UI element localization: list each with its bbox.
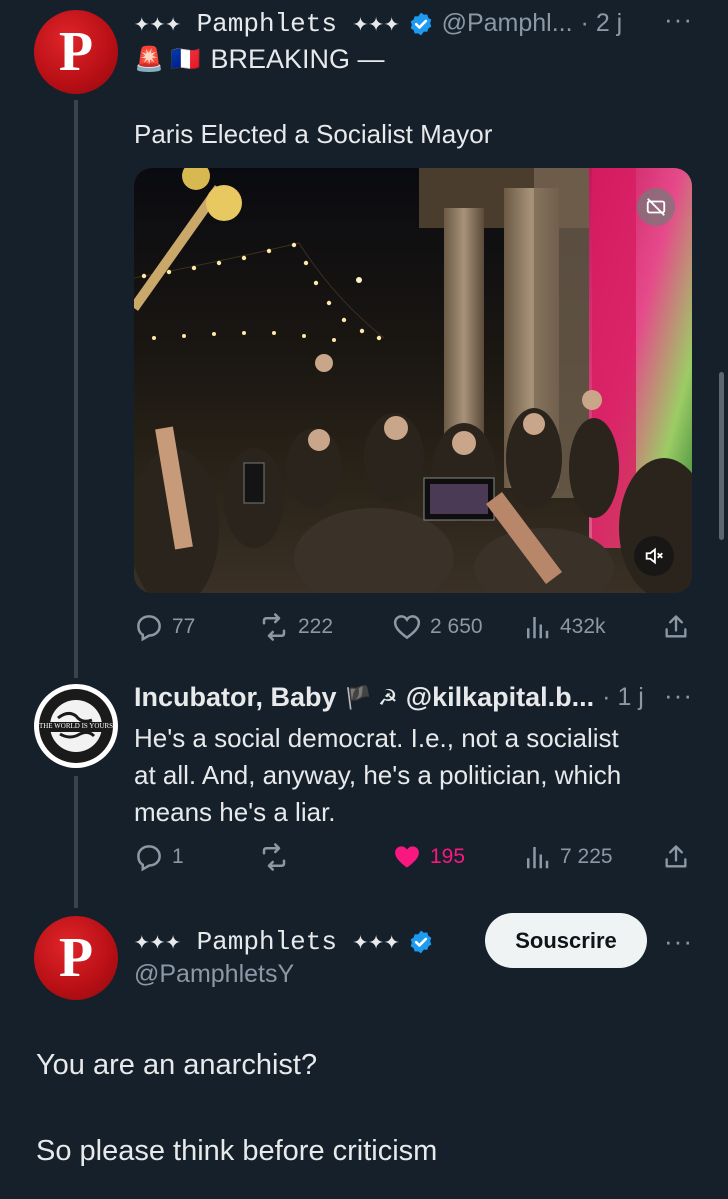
- author-name[interactable]: Incubator, Baby: [134, 682, 337, 713]
- author-name[interactable]: ✦✦✦ Pamphlets ✦✦✦: [134, 926, 400, 957]
- avatar-letter: P: [58, 927, 94, 989]
- video-media[interactable]: [134, 168, 692, 593]
- subscribe-button[interactable]: Souscrire: [485, 913, 647, 968]
- view-count: 432k: [560, 615, 606, 638]
- post1-header: ✦✦✦ Pamphlets ✦✦✦ @Pamphl... · 2 j: [134, 8, 622, 39]
- more-options-icon[interactable]: ···: [664, 926, 693, 957]
- share-button[interactable]: [662, 612, 690, 647]
- post3-text-line: So please think before criticism: [36, 1135, 438, 1167]
- author-handle[interactable]: @Pamphl...: [442, 9, 573, 38]
- post2-text: He's a social democrat. I.e., not a soci…: [134, 720, 621, 831]
- post-time[interactable]: · 2 j: [581, 9, 623, 38]
- muted-volume-icon[interactable]: [634, 536, 674, 576]
- avatar-logo-text: THE WORLD IS YOURS: [38, 722, 114, 730]
- reply-count: 77: [172, 615, 196, 638]
- repost-button[interactable]: 222: [258, 612, 333, 642]
- reply-count: 1: [172, 845, 184, 868]
- more-options-icon[interactable]: ···: [664, 680, 693, 711]
- post2-header: Incubator, Baby 🏴 ☭ @kilkapital.b... · 1…: [134, 682, 644, 713]
- post3-header: ✦✦✦ Pamphlets ✦✦✦: [134, 926, 434, 957]
- share-icon: [665, 845, 687, 868]
- share-icon: [665, 615, 687, 638]
- more-options-icon[interactable]: ···: [664, 4, 693, 35]
- author-name[interactable]: ✦✦✦ Pamphlets ✦✦✦: [134, 8, 400, 39]
- author-handle[interactable]: @kilkapital.b...: [406, 682, 594, 713]
- like-button[interactable]: 195: [392, 842, 465, 872]
- author-handle[interactable]: @PamphletsY: [134, 960, 294, 989]
- view-count: 7 225: [560, 845, 613, 868]
- post1-breaking-line: 🚨 🇫🇷 BREAKING —: [134, 44, 384, 75]
- avatar-pamphlets[interactable]: P: [34, 10, 118, 94]
- analytics-icon: [527, 847, 549, 869]
- views-button[interactable]: 432k: [522, 612, 606, 642]
- breaking-text: BREAKING —: [210, 44, 385, 74]
- reply-icon: [137, 615, 161, 642]
- text-line: at all. And, anyway, he's a politician, …: [134, 760, 622, 790]
- like-count: 2 650: [430, 615, 483, 638]
- like-count: 195: [430, 845, 466, 868]
- share-button[interactable]: [662, 842, 690, 877]
- avatar-incubator[interactable]: THE WORLD IS YOURS: [34, 684, 118, 768]
- avatar-letter: P: [58, 21, 94, 83]
- siren-flag-emoji: 🚨 🇫🇷: [134, 46, 201, 73]
- avatar-pamphlets[interactable]: P: [34, 916, 118, 1000]
- analytics-icon: [527, 617, 549, 639]
- repost-icon: [262, 843, 286, 871]
- video-frame-illustration: [134, 168, 692, 593]
- heart-icon: [393, 615, 421, 640]
- post3-text-line: You are an anarchist?: [36, 1049, 318, 1081]
- reply-icon: [137, 845, 161, 872]
- text-line: He's a social democrat. I.e., not a soci…: [134, 723, 619, 753]
- repost-icon: [262, 613, 286, 641]
- reply-button[interactable]: 1: [134, 842, 184, 872]
- thread-line: [74, 776, 78, 908]
- captions-off-icon[interactable]: [637, 188, 675, 226]
- repost-button[interactable]: [258, 842, 298, 872]
- reply-button[interactable]: 77: [134, 612, 195, 642]
- post-time[interactable]: · 1 j: [602, 683, 644, 712]
- verified-badge-icon: [410, 930, 431, 953]
- repost-count: 222: [298, 615, 334, 638]
- verified-badge-icon: [410, 12, 431, 35]
- post1-text: Paris Elected a Socialist Mayor: [134, 119, 493, 149]
- thread-line: [74, 100, 78, 678]
- heart-filled-icon: [395, 846, 419, 868]
- views-button[interactable]: 7 225: [522, 842, 613, 872]
- text-line: means he's a liar.: [134, 797, 336, 827]
- like-button[interactable]: 2 650: [392, 612, 483, 642]
- flag-hammer-sickle-emoji: 🏴 ☭: [344, 684, 398, 710]
- scrollbar-thumb[interactable]: [719, 372, 724, 540]
- globe-logo: THE WORLD IS YOURS: [39, 689, 113, 763]
